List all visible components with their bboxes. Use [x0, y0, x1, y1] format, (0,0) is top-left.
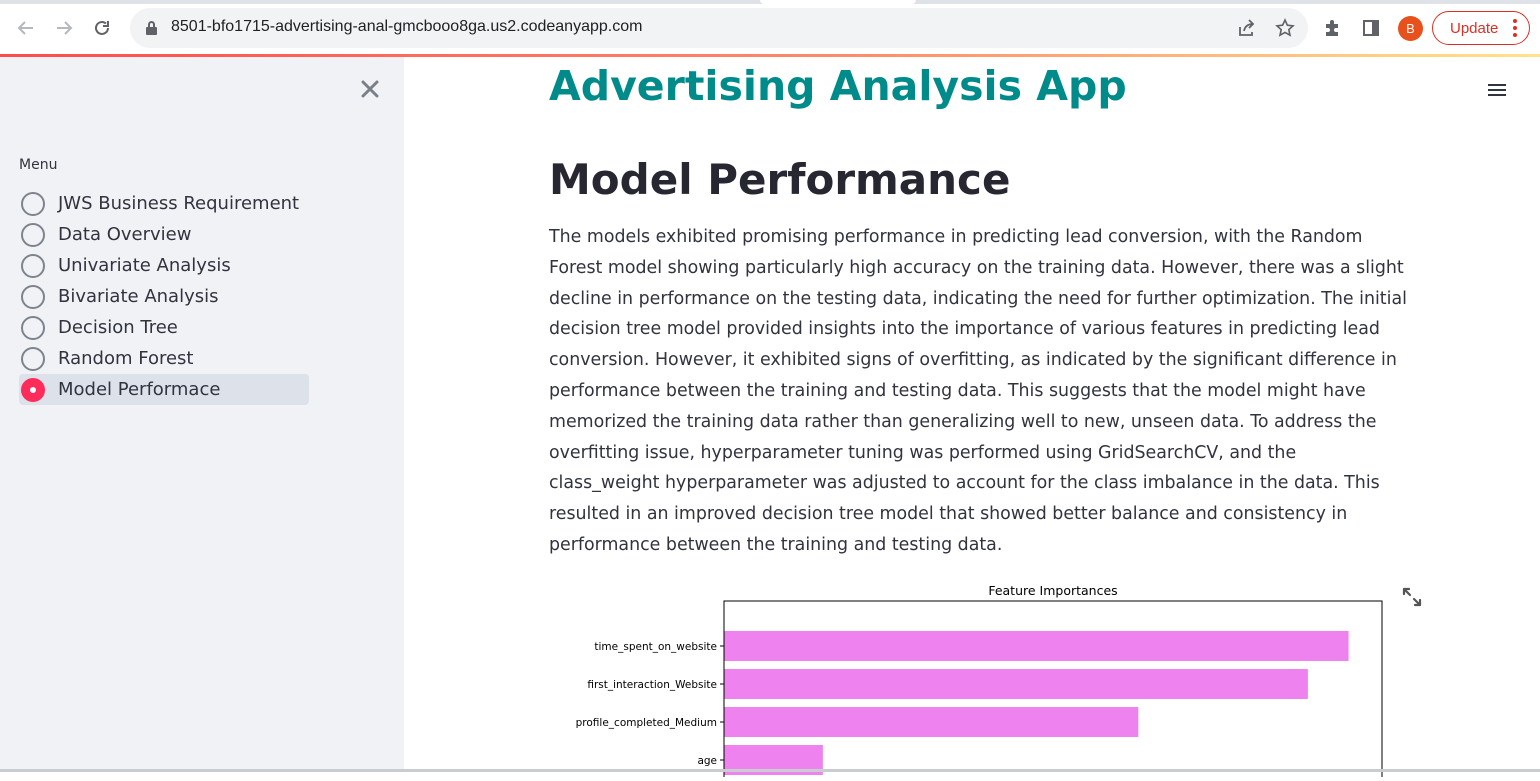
section-title: Model Performance	[549, 155, 1011, 204]
main-content: Advertising Analysis App Model Performan…	[404, 57, 1540, 780]
menu-item-bivariate-analysis[interactable]: Bivariate Analysis	[19, 281, 309, 312]
chart-bar	[724, 631, 1349, 661]
radio-button[interactable]	[21, 222, 45, 247]
update-button-label: Update	[1450, 19, 1499, 37]
menu-item-jws-business-requirement[interactable]: JWS Business Requirement	[19, 188, 309, 219]
menu-item-label: JWS Business Requirement	[58, 193, 300, 214]
close-sidebar-icon[interactable]	[356, 75, 384, 103]
forward-arrow-icon[interactable]	[48, 12, 80, 44]
menu-item-label: Random Forest	[58, 348, 194, 369]
back-arrow-icon[interactable]	[10, 12, 42, 44]
menu-radio-group: JWS Business Requirement Data Overview U…	[19, 188, 310, 405]
menu-item-label: Decision Tree	[58, 317, 178, 338]
kebab-menu-icon[interactable]	[1513, 19, 1517, 37]
radio-button[interactable]	[21, 346, 45, 371]
chart-svg: Feature Importances time_spent_on_website…	[576, 583, 1383, 780]
radio-button[interactable]	[21, 191, 45, 216]
app-title: Advertising Analysis App	[549, 62, 1127, 110]
menu-item-decision-tree[interactable]: Decision Tree	[19, 312, 309, 343]
radio-button-selected[interactable]	[21, 377, 45, 402]
star-icon[interactable]	[1273, 16, 1297, 40]
extension-puzzle-icon[interactable]	[1318, 14, 1346, 42]
fullscreen-expand-icon[interactable]	[1400, 585, 1424, 609]
feature-importances-chart: Feature Importances time_spent_on_website…	[549, 577, 1429, 780]
y-tick-label: time_spent_on_website	[594, 641, 717, 653]
chart-bar	[724, 669, 1308, 699]
lock-icon[interactable]	[146, 21, 157, 35]
share-icon[interactable]	[1235, 16, 1259, 40]
radio-button[interactable]	[21, 315, 45, 340]
update-button[interactable]: Update	[1432, 11, 1530, 45]
menu-item-label: Data Overview	[58, 224, 192, 245]
menu-item-label: Bivariate Analysis	[58, 286, 219, 307]
browser-toolbar: 8501-bfo1715-advertising-anal-gmcbooo8ga…	[0, 0, 1540, 57]
radio-button[interactable]	[21, 284, 45, 309]
url-text[interactable]: 8501-bfo1715-advertising-anal-gmcbooo8ga…	[171, 18, 642, 36]
y-tick-label: profile_completed_Medium	[576, 717, 717, 729]
chart-bar	[724, 707, 1139, 737]
y-tick-label: age	[697, 755, 717, 767]
radio-button[interactable]	[21, 253, 45, 278]
description-paragraph: The models exhibited promising performan…	[549, 227, 1407, 555]
side-panel-icon[interactable]	[1357, 14, 1385, 42]
menu-item-univariate-analysis[interactable]: Univariate Analysis	[19, 250, 309, 281]
menu-item-random-forest[interactable]: Random Forest	[19, 343, 309, 374]
menu-item-model-performance[interactable]: Model Performace	[19, 374, 310, 405]
sidebar: Menu JWS Business Requirement Data Overv…	[0, 57, 404, 772]
menu-item-label: Model Performace	[58, 379, 221, 400]
active-tab-edge	[760, 0, 916, 4]
menu-item-label: Univariate Analysis	[58, 255, 231, 276]
reload-icon[interactable]	[86, 12, 118, 44]
hamburger-menu-icon[interactable]	[1486, 81, 1508, 99]
menu-label: Menu	[19, 157, 58, 173]
menu-item-data-overview[interactable]: Data Overview	[19, 219, 309, 250]
address-bar[interactable]: 8501-bfo1715-advertising-anal-gmcbooo8ga…	[130, 8, 1308, 48]
chart-title: Feature Importances	[988, 583, 1117, 598]
y-tick-label: first_interaction_Website	[587, 679, 717, 691]
profile-avatar[interactable]: B	[1398, 16, 1423, 41]
